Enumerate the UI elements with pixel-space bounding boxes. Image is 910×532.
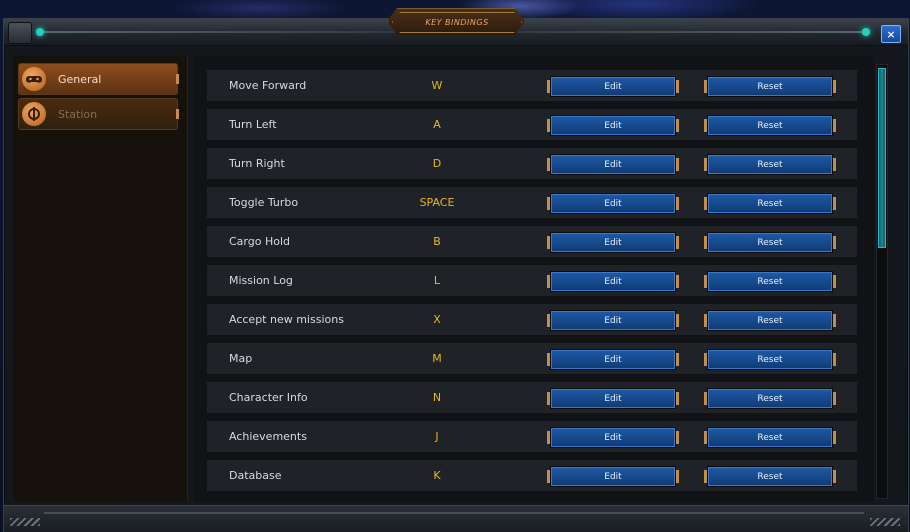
- edit-button[interactable]: Edit: [547, 427, 679, 448]
- edit-button[interactable]: Edit: [547, 115, 679, 136]
- binding-row: Database K Edit Reset: [207, 460, 857, 491]
- action-label: Cargo Hold: [229, 235, 290, 248]
- reset-button[interactable]: Reset: [704, 115, 836, 136]
- edit-button[interactable]: Edit: [547, 232, 679, 253]
- station-icon: [22, 102, 46, 126]
- key-bindings-window: KEY BINDINGS × General Station Move Forw…: [3, 8, 909, 532]
- binding-row: Character Info N Edit Reset: [207, 382, 857, 413]
- grip-icon: [870, 518, 900, 526]
- action-label: Turn Left: [229, 118, 277, 131]
- edit-button[interactable]: Edit: [547, 466, 679, 487]
- gamepad-icon: [22, 67, 46, 91]
- binding-row: Achievements J Edit Reset: [207, 421, 857, 452]
- edit-button[interactable]: Edit: [547, 271, 679, 292]
- binding-row: Map M Edit Reset: [207, 343, 857, 374]
- action-label: Map: [229, 352, 253, 365]
- edit-button[interactable]: Edit: [547, 193, 679, 214]
- close-icon: ×: [886, 27, 896, 41]
- key-value: X: [433, 313, 441, 326]
- sidebar-item-label: Station: [58, 107, 98, 121]
- action-label: Mission Log: [229, 274, 293, 287]
- reset-button[interactable]: Reset: [704, 232, 836, 253]
- binding-row: Turn Left A Edit Reset: [207, 109, 857, 140]
- binding-row: Move Forward W Edit Reset: [207, 70, 857, 101]
- reset-button[interactable]: Reset: [704, 76, 836, 97]
- binding-row: Accept new missions X Edit Reset: [207, 304, 857, 335]
- key-value: K: [433, 469, 441, 482]
- status-light-icon: [862, 28, 870, 36]
- bindings-list: Move Forward W Edit Reset Turn Left A Ed…: [194, 56, 874, 502]
- reset-button[interactable]: Reset: [704, 193, 836, 214]
- scrollbar-track[interactable]: [876, 64, 888, 499]
- action-label: Turn Right: [229, 157, 285, 170]
- key-value: J: [435, 430, 439, 443]
- window-titlebar: KEY BINDINGS ×: [4, 8, 908, 46]
- reset-button[interactable]: Reset: [704, 154, 836, 175]
- binding-row: Turn Right D Edit Reset: [207, 148, 857, 179]
- edit-button[interactable]: Edit: [547, 154, 679, 175]
- key-value: L: [433, 274, 441, 287]
- action-label: Accept new missions: [229, 313, 344, 326]
- binding-row: Cargo Hold B Edit Reset: [207, 226, 857, 257]
- reset-button[interactable]: Reset: [704, 427, 836, 448]
- edit-button[interactable]: Edit: [547, 349, 679, 370]
- edit-button[interactable]: Edit: [547, 310, 679, 331]
- sidebar-item-station[interactable]: Station: [18, 98, 179, 130]
- corner-ornament-icon: [8, 22, 32, 44]
- key-value: A: [433, 118, 441, 131]
- reset-button[interactable]: Reset: [704, 388, 836, 409]
- key-value: M: [432, 352, 442, 365]
- status-light-icon: [36, 28, 44, 36]
- reset-button[interactable]: Reset: [704, 349, 836, 370]
- action-label: Database: [229, 469, 282, 482]
- window-footer: [4, 505, 908, 532]
- sidebar-item-label: General: [58, 72, 102, 86]
- action-label: Achievements: [229, 430, 307, 443]
- close-button[interactable]: ×: [881, 25, 901, 43]
- reset-button[interactable]: Reset: [704, 271, 836, 292]
- key-value: D: [432, 157, 442, 170]
- title-plate: KEY BINDINGS: [387, 8, 525, 35]
- key-value: W: [431, 79, 443, 92]
- action-label: Toggle Turbo: [229, 196, 299, 209]
- binding-row: Mission Log L Edit Reset: [207, 265, 857, 296]
- reset-button[interactable]: Reset: [704, 310, 836, 331]
- key-value: SPACE: [419, 196, 455, 209]
- scrollbar-thumb[interactable]: [878, 68, 886, 248]
- grip-icon: [10, 518, 40, 526]
- sidebar-item-general[interactable]: General: [18, 63, 179, 95]
- key-value: N: [432, 391, 442, 404]
- binding-row: Toggle Turbo SPACE Edit Reset: [207, 187, 857, 218]
- action-label: Character Info: [229, 391, 308, 404]
- edit-button[interactable]: Edit: [547, 76, 679, 97]
- window-title: KEY BINDINGS: [425, 18, 489, 27]
- key-value: B: [433, 235, 441, 248]
- reset-button[interactable]: Reset: [704, 466, 836, 487]
- edit-button[interactable]: Edit: [547, 388, 679, 409]
- action-label: Move Forward: [229, 79, 307, 92]
- category-sidebar: General Station: [13, 56, 188, 502]
